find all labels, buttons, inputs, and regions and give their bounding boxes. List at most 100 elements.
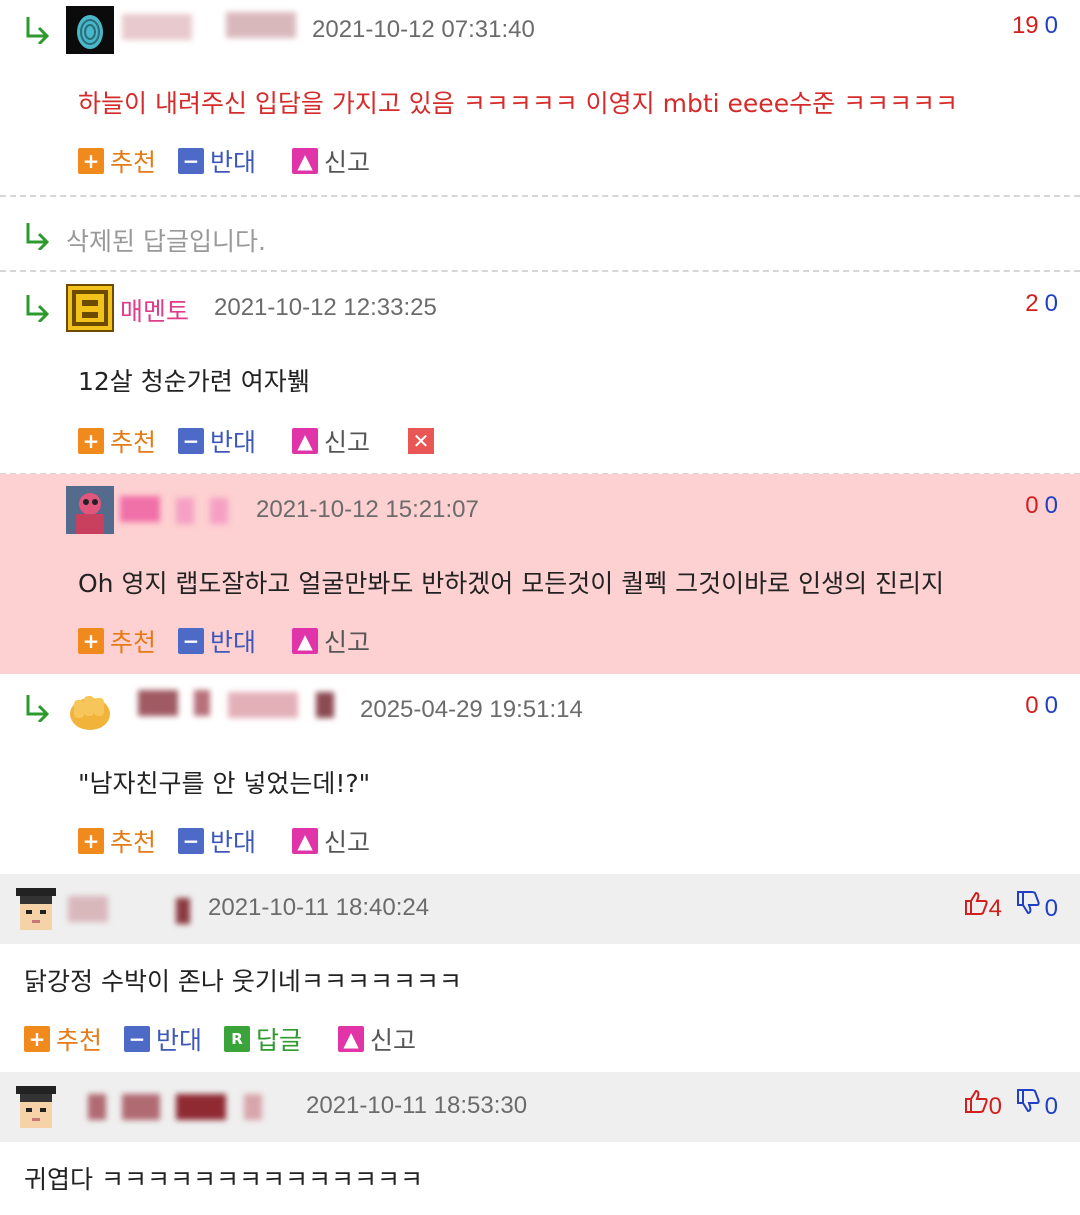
reply-arrow-icon [26, 695, 50, 722]
close-icon[interactable]: ✕ [408, 428, 435, 454]
comment-actions: + 추천 − 반대 ▲ 신고 ✕ [78, 423, 435, 459]
thumbs-up-icon[interactable] [963, 1088, 989, 1114]
oppose-button[interactable]: − 반대 [178, 623, 256, 659]
recommend-button[interactable]: + 추천 [78, 823, 156, 859]
upvote-count: 4 [988, 895, 1002, 922]
oppose-button[interactable]: − 반대 [178, 143, 256, 179]
comment-text: 12살 청순가련 여자뷁 [78, 367, 310, 396]
nickname-blurred[interactable] [194, 690, 210, 716]
avatar[interactable] [66, 486, 114, 534]
nickname-blurred[interactable] [88, 1094, 106, 1120]
nickname-blurred[interactable] [176, 898, 190, 924]
reply-button[interactable]: R 답글 [224, 1021, 302, 1057]
comment-actions: + 추천 − 반대 ▲ 신고 [78, 823, 392, 859]
report-button[interactable]: ▲ 신고 [292, 823, 370, 859]
nickname-blurred[interactable] [226, 12, 296, 38]
avatar[interactable] [66, 686, 114, 734]
thumbs-down-icon[interactable] [1015, 1088, 1041, 1114]
plus-icon: + [78, 628, 104, 654]
minus-icon: − [178, 148, 205, 174]
comment-text: "남자친구를 안 넣었는데!?" [78, 769, 371, 798]
upvote-count: 2 [1025, 290, 1039, 317]
downvote-count: 0 [1044, 895, 1058, 922]
avatar[interactable] [66, 284, 114, 332]
report-button[interactable]: ▲ 신고 [338, 1021, 416, 1057]
plus-icon: + [78, 148, 104, 174]
upvote-count: 0 [988, 1093, 1002, 1120]
comment-actions: + 추천 − 반대 R 답글 ▲ 신고 [24, 1021, 438, 1057]
vote-count: 20 [1025, 290, 1058, 318]
nickname-blurred[interactable] [244, 1094, 262, 1120]
oppose-button[interactable]: − 반대 [124, 1021, 202, 1057]
recommend-button[interactable]: + 추천 [78, 423, 156, 459]
recommend-button[interactable]: + 추천 [24, 1021, 102, 1057]
recommend-button[interactable]: + 추천 [78, 143, 156, 179]
minus-icon: − [178, 828, 205, 854]
nickname-blurred[interactable] [122, 1094, 160, 1120]
nickname-blurred[interactable] [120, 496, 160, 522]
avatar[interactable] [12, 1082, 60, 1130]
avatar[interactable] [12, 884, 60, 932]
upvote-count: 0 [1025, 692, 1039, 719]
upvote-count: 19 [1011, 12, 1039, 39]
comment-time: 2021-10-12 07:31:40 [312, 16, 535, 43]
comment-actions: + 추천 − 반대 ▲ 신고 [78, 143, 392, 179]
oppose-button[interactable]: − 반대 [178, 823, 256, 859]
report-button[interactable]: ▲ 신고 [292, 623, 370, 659]
thumbs-up-icon[interactable] [963, 890, 989, 916]
comment-time: 2021-10-12 15:21:07 [256, 496, 479, 523]
siren-icon: ▲ [292, 828, 319, 854]
comment-text: 닭강정 수박이 존나 웃기네ㅋㅋㅋㅋㅋㅋㅋ [24, 967, 462, 996]
siren-icon: ▲ [292, 628, 319, 654]
nickname-blurred[interactable] [68, 896, 108, 922]
siren-icon: ▲ [292, 428, 319, 454]
plus-icon: + [24, 1026, 50, 1052]
comment-header [0, 874, 1080, 944]
vote-count: 0 0 [963, 1088, 1058, 1121]
minus-icon: − [178, 428, 205, 454]
reply-icon: R [224, 1026, 251, 1052]
siren-icon: ▲ [292, 148, 319, 174]
upvote-count: 0 [1025, 492, 1039, 519]
downvote-count: 0 [1044, 1093, 1058, 1120]
thumbs-down-icon[interactable] [1015, 890, 1041, 916]
nickname[interactable]: 매멘토 [120, 292, 189, 328]
comment-text: 귀엽다 ㅋㅋㅋㅋㅋㅋㅋㅋㅋㅋㅋㅋㅋㅋ [24, 1165, 423, 1194]
report-button[interactable]: ▲ 신고 [292, 423, 370, 459]
comment-time: 2021-10-12 12:33:25 [214, 294, 437, 321]
recommend-button[interactable]: + 추천 [78, 623, 156, 659]
comment-text: 하늘이 내려주신 입담을 가지고 있음 ㅋㅋㅋㅋㅋ 이영지 mbti eeee수… [78, 89, 959, 118]
downvote-count: 0 [1044, 12, 1058, 39]
nickname-blurred[interactable] [176, 498, 194, 524]
reply-arrow-icon [26, 223, 50, 250]
comment-text: Oh 영지 랩도잘하고 얼굴만봐도 반하겠어 모든것이 퀄펙 그것이바로 인생의… [78, 569, 945, 598]
nickname-blurred[interactable] [210, 498, 228, 524]
siren-icon: ▲ [338, 1026, 365, 1052]
vote-count: 00 [1025, 692, 1058, 720]
plus-icon: + [78, 428, 104, 454]
downvote-count: 0 [1044, 290, 1058, 317]
comment-time: 2021-10-11 18:53:30 [306, 1092, 528, 1119]
comment-time: 2021-10-11 18:40:24 [208, 894, 430, 921]
comment-header [0, 1072, 1080, 1142]
nickname-blurred[interactable] [228, 692, 298, 718]
nickname-blurred[interactable] [138, 690, 178, 716]
reply-arrow-icon [26, 295, 50, 322]
comment-actions: + 추천 − 반대 ▲ 신고 [78, 623, 392, 659]
minus-icon: − [124, 1026, 151, 1052]
nickname-blurred[interactable] [122, 14, 192, 40]
downvote-count: 0 [1044, 492, 1058, 519]
avatar[interactable] [66, 6, 114, 54]
comment-time: 2025-04-29 19:51:14 [360, 696, 583, 723]
divider [0, 195, 1080, 197]
deleted-reply-text: 삭제된 답글입니다. [66, 227, 266, 256]
report-button[interactable]: ▲ 신고 [292, 143, 370, 179]
vote-count: 4 0 [963, 890, 1058, 923]
nickname-blurred[interactable] [176, 1094, 226, 1120]
oppose-button[interactable]: − 반대 [178, 423, 256, 459]
minus-icon: − [178, 628, 205, 654]
nickname-blurred[interactable] [316, 692, 334, 718]
vote-count: 19 0 [1012, 12, 1058, 40]
reply-arrow-icon [26, 17, 50, 44]
plus-icon: + [78, 828, 104, 854]
